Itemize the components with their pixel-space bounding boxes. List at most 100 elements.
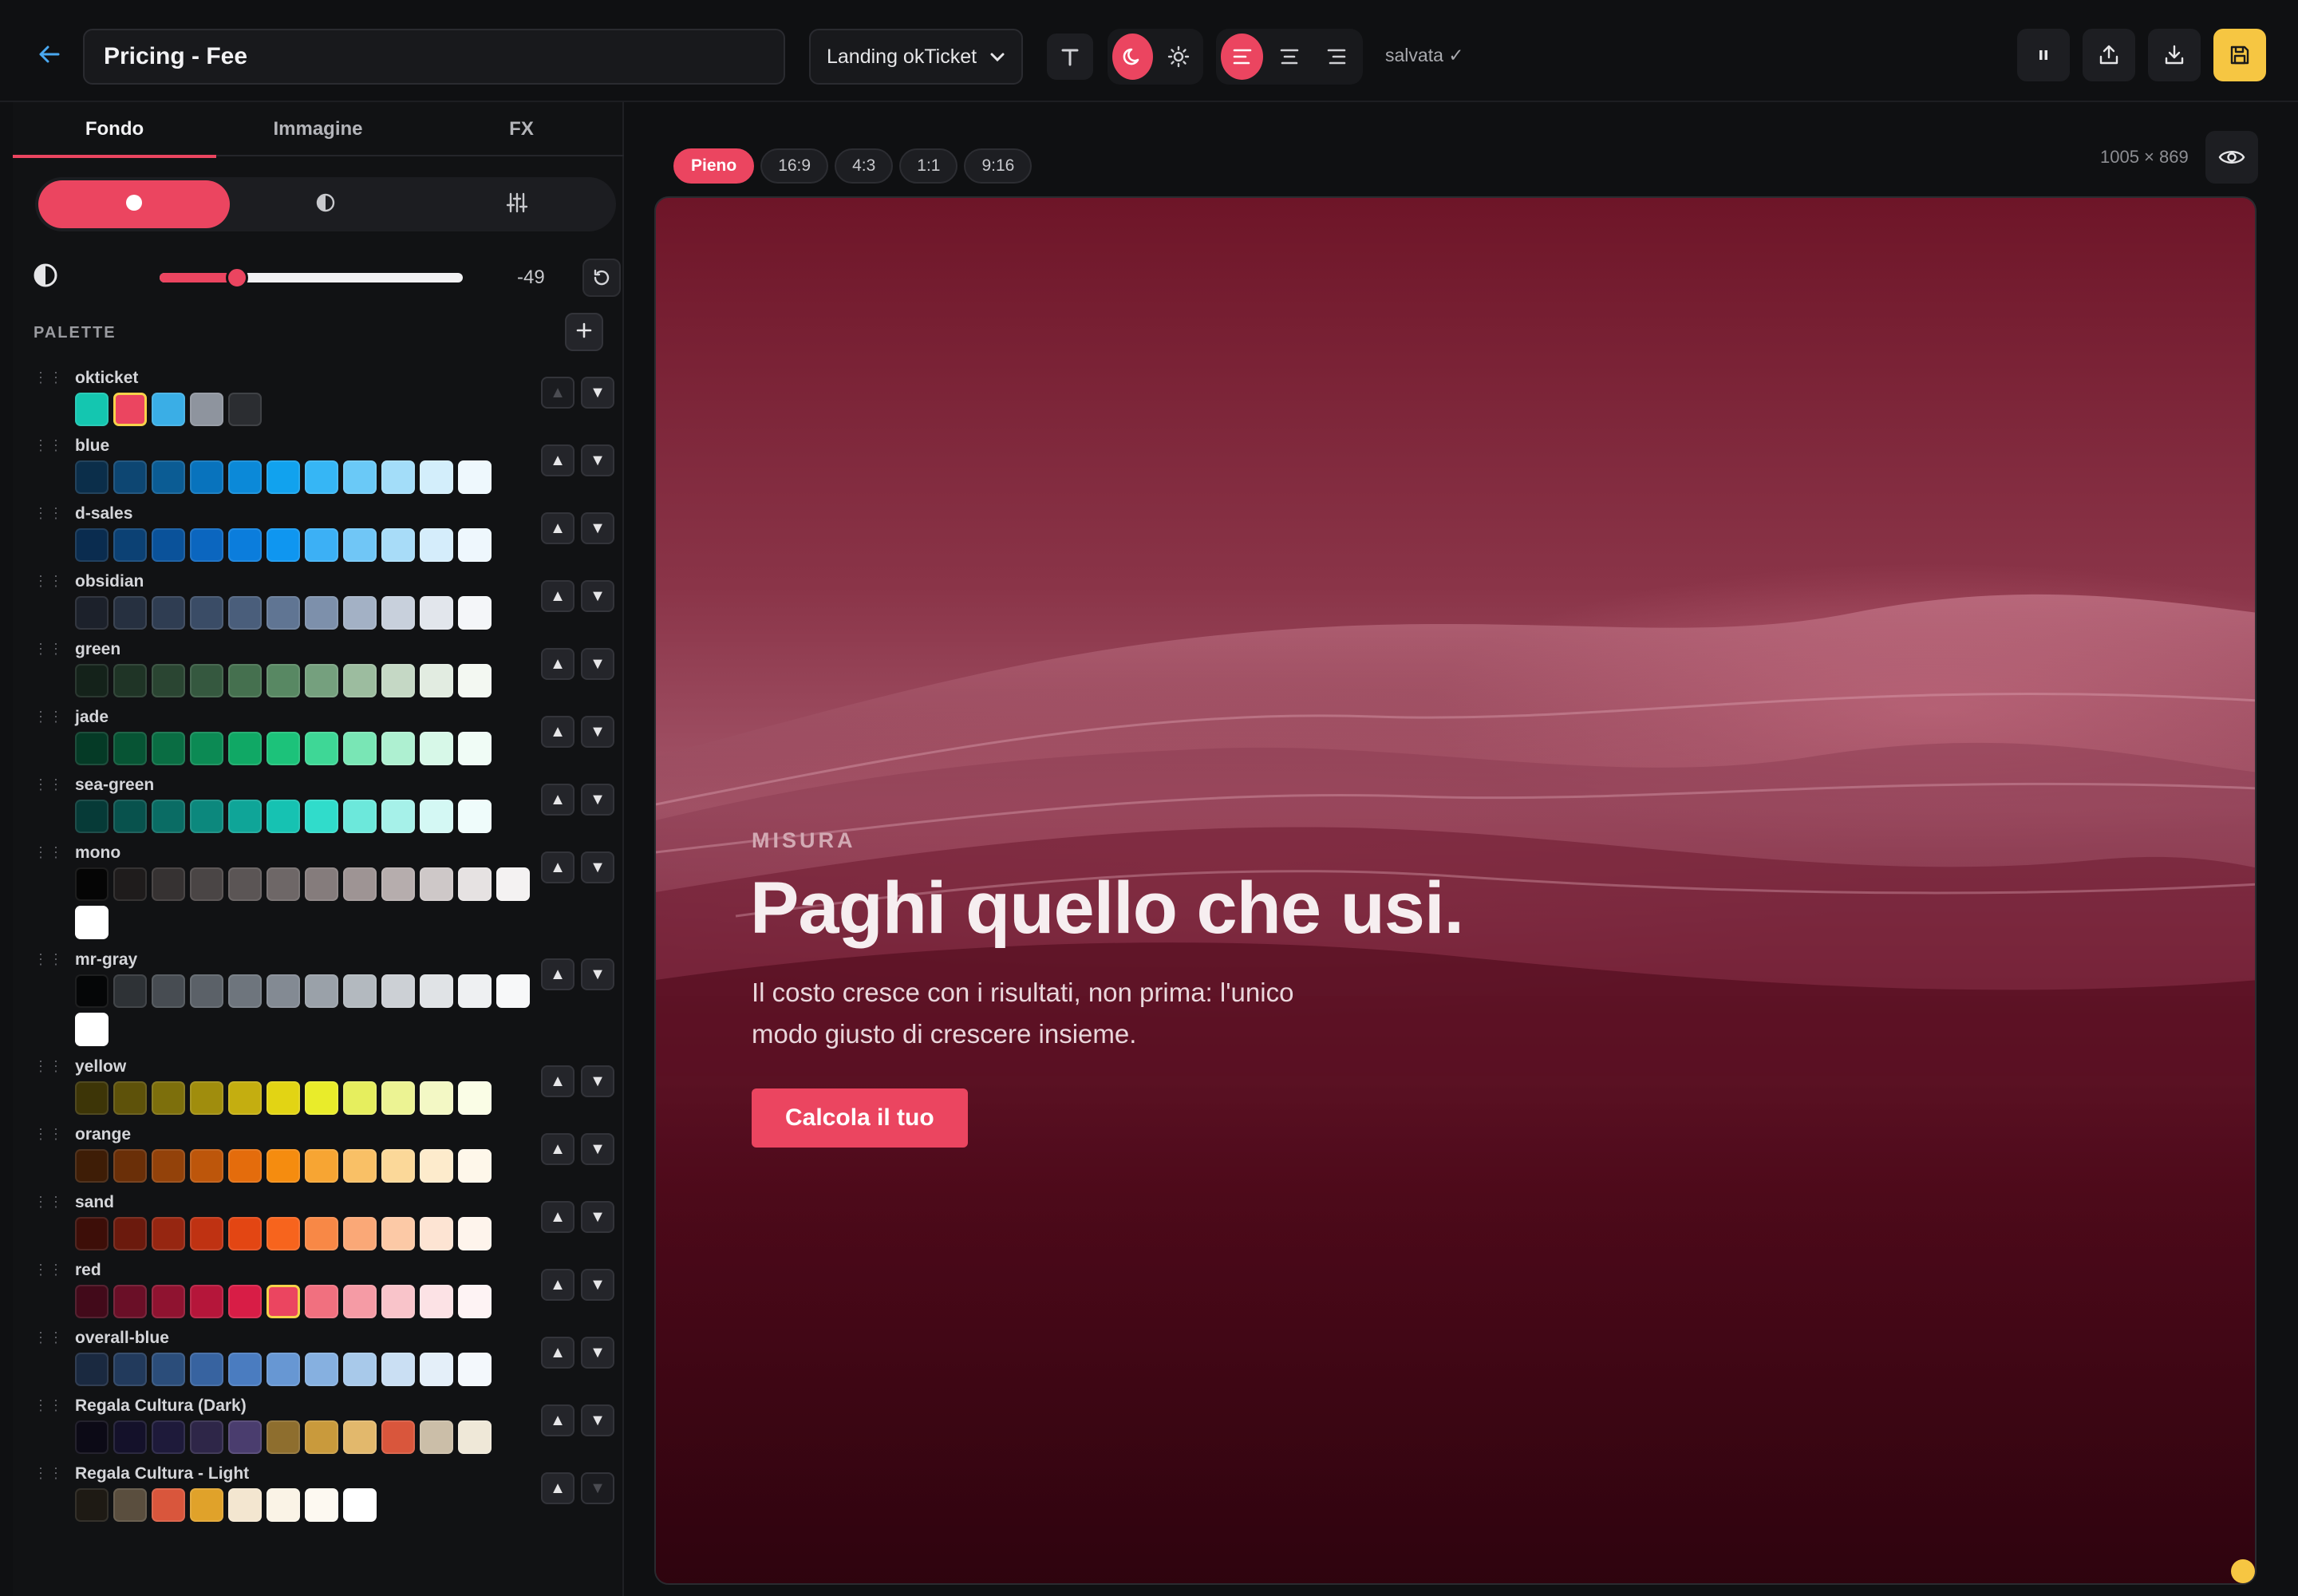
- add-palette-button[interactable]: [565, 313, 603, 351]
- solid-mode-button[interactable]: [38, 180, 230, 228]
- color-swatch[interactable]: [458, 800, 492, 833]
- color-swatch[interactable]: [267, 664, 300, 697]
- color-swatch[interactable]: [75, 974, 109, 1008]
- color-swatch[interactable]: [381, 1420, 415, 1454]
- move-down-icon[interactable]: ▼: [581, 958, 614, 990]
- color-swatch[interactable]: [113, 1488, 147, 1522]
- color-swatch[interactable]: [420, 460, 453, 494]
- color-swatch[interactable]: [190, 1217, 223, 1250]
- color-swatch[interactable]: [190, 393, 223, 426]
- color-swatch[interactable]: [381, 1353, 415, 1386]
- color-swatch[interactable]: [152, 1149, 185, 1183]
- color-swatch[interactable]: [190, 596, 223, 630]
- move-down-icon[interactable]: ▼: [581, 1472, 614, 1504]
- move-up-icon[interactable]: ▲: [541, 1201, 574, 1233]
- color-swatch[interactable]: [420, 800, 453, 833]
- color-swatch[interactable]: [305, 800, 338, 833]
- color-swatch[interactable]: [305, 1285, 338, 1318]
- color-swatch[interactable]: [113, 664, 147, 697]
- drag-handle-icon[interactable]: ⋮⋮: [34, 574, 64, 588]
- move-down-icon[interactable]: ▼: [581, 1337, 614, 1369]
- color-swatch[interactable]: [113, 1420, 147, 1454]
- drag-handle-icon[interactable]: ⋮⋮: [34, 1262, 64, 1277]
- color-swatch[interactable]: [228, 800, 262, 833]
- drag-handle-icon[interactable]: ⋮⋮: [34, 642, 64, 656]
- color-swatch[interactable]: [305, 1353, 338, 1386]
- move-down-icon[interactable]: ▼: [581, 512, 614, 544]
- color-swatch[interactable]: [113, 1353, 147, 1386]
- color-swatch[interactable]: [228, 528, 262, 562]
- color-swatch[interactable]: [152, 393, 185, 426]
- move-up-icon[interactable]: ▲: [541, 1269, 574, 1301]
- drag-handle-icon[interactable]: ⋮⋮: [34, 952, 64, 966]
- moon-icon[interactable]: [1112, 34, 1153, 80]
- drag-handle-icon[interactable]: ⋮⋮: [34, 1466, 64, 1480]
- color-swatch[interactable]: [381, 800, 415, 833]
- color-swatch[interactable]: [458, 732, 492, 765]
- color-swatch[interactable]: [458, 596, 492, 630]
- color-swatch[interactable]: [381, 460, 415, 494]
- download-icon[interactable]: [2148, 29, 2201, 81]
- eye-icon[interactable]: [2205, 131, 2258, 184]
- move-down-icon[interactable]: ▼: [581, 851, 614, 883]
- color-swatch[interactable]: [305, 1217, 338, 1250]
- move-down-icon[interactable]: ▼: [581, 1404, 614, 1436]
- color-swatch[interactable]: [343, 1488, 377, 1522]
- color-swatch[interactable]: [75, 800, 109, 833]
- color-swatch[interactable]: [113, 867, 147, 901]
- color-swatch[interactable]: [228, 1353, 262, 1386]
- move-down-icon[interactable]: ▼: [581, 648, 614, 680]
- color-swatch[interactable]: [75, 460, 109, 494]
- color-swatch[interactable]: [75, 1285, 109, 1318]
- color-swatch[interactable]: [267, 460, 300, 494]
- color-swatch[interactable]: [381, 596, 415, 630]
- move-down-icon[interactable]: ▼: [581, 1201, 614, 1233]
- ratio-option[interactable]: 1:1: [899, 148, 958, 184]
- color-swatch[interactable]: [305, 974, 338, 1008]
- color-swatch[interactable]: [420, 732, 453, 765]
- color-swatch[interactable]: [420, 1149, 453, 1183]
- color-swatch[interactable]: [113, 1081, 147, 1115]
- color-swatch[interactable]: [381, 1285, 415, 1318]
- color-swatch[interactable]: [75, 596, 109, 630]
- color-swatch[interactable]: [190, 1488, 223, 1522]
- color-swatch[interactable]: [343, 1217, 377, 1250]
- color-swatch[interactable]: [190, 460, 223, 494]
- color-swatch[interactable]: [305, 596, 338, 630]
- color-swatch[interactable]: [228, 664, 262, 697]
- color-swatch[interactable]: [343, 460, 377, 494]
- color-swatch[interactable]: [228, 1488, 262, 1522]
- color-swatch[interactable]: [228, 974, 262, 1008]
- adjust-mode-button[interactable]: [421, 180, 613, 228]
- color-swatch[interactable]: [420, 1081, 453, 1115]
- move-up-icon[interactable]: ▲: [541, 444, 574, 476]
- color-swatch[interactable]: [190, 1285, 223, 1318]
- color-swatch[interactable]: [420, 664, 453, 697]
- ratio-option[interactable]: 16:9: [760, 148, 829, 184]
- color-swatch[interactable]: [152, 867, 185, 901]
- drag-handle-icon[interactable]: ⋮⋮: [34, 1059, 64, 1073]
- move-up-icon[interactable]: ▲: [541, 580, 574, 612]
- color-swatch[interactable]: [343, 732, 377, 765]
- color-swatch[interactable]: [152, 1420, 185, 1454]
- color-swatch[interactable]: [113, 1217, 147, 1250]
- color-swatch[interactable]: [190, 1081, 223, 1115]
- move-up-icon[interactable]: ▲: [541, 851, 574, 883]
- reset-icon[interactable]: [582, 259, 621, 297]
- color-swatch[interactable]: [343, 1081, 377, 1115]
- color-swatch[interactable]: [75, 1149, 109, 1183]
- color-swatch[interactable]: [152, 1217, 185, 1250]
- color-swatch[interactable]: [228, 460, 262, 494]
- color-swatch[interactable]: [228, 1149, 262, 1183]
- color-swatch[interactable]: [420, 1285, 453, 1318]
- color-swatch[interactable]: [228, 393, 262, 426]
- color-swatch[interactable]: [381, 664, 415, 697]
- color-swatch[interactable]: [152, 596, 185, 630]
- color-swatch[interactable]: [228, 732, 262, 765]
- color-swatch[interactable]: [228, 1420, 262, 1454]
- color-swatch[interactable]: [343, 1420, 377, 1454]
- move-down-icon[interactable]: ▼: [581, 1269, 614, 1301]
- color-swatch[interactable]: [381, 867, 415, 901]
- color-swatch[interactable]: [458, 1149, 492, 1183]
- color-swatch[interactable]: [113, 800, 147, 833]
